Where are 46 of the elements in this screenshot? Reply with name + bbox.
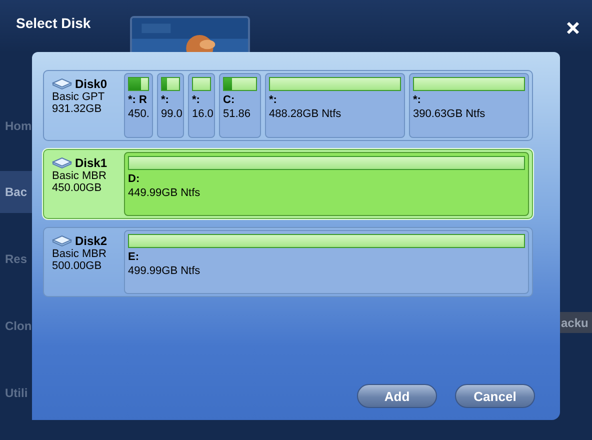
partition-block[interactable]: *: 99.0 (157, 73, 184, 138)
disk-type: Basic GPT (52, 91, 106, 103)
partition-size: 99.0 (161, 107, 180, 121)
disk-row[interactable]: Disk1 Basic MBR 450.00GB D: 449.99GB Ntfs (43, 149, 533, 219)
disk-type: Basic MBR (52, 248, 108, 260)
partition-label: C: (223, 94, 236, 107)
partition-block[interactable]: *: 488.28GB Ntfs (265, 73, 405, 138)
partition-size: 449.99GB Ntfs (128, 186, 202, 200)
dialog-button[interactable]: Cancel (455, 384, 535, 408)
close-icon[interactable] (566, 21, 580, 35)
disk-size: 450.00GB (52, 182, 103, 194)
partition-size: 450. (128, 107, 149, 121)
partition-label: E: (128, 251, 140, 264)
partition-size: 390.63GB Ntfs (413, 107, 486, 121)
partition-size: 16.0 (192, 107, 211, 121)
disk-name: Disk2 (75, 234, 108, 248)
partition-size: 488.28GB Ntfs (269, 107, 342, 121)
partition-label: D: (128, 173, 141, 186)
partition-label: *: (269, 94, 278, 107)
partition-block[interactable]: *: R 450. (124, 73, 153, 138)
usage-bar (192, 77, 211, 91)
disk-type: Basic MBR (52, 170, 108, 182)
disk-name: Disk1 (75, 156, 108, 170)
disk-icon (52, 157, 72, 169)
partition-size: 499.99GB Ntfs (128, 264, 202, 278)
disk-row[interactable]: Disk2 Basic MBR 500.00GB E: 499.99GB Ntfs (43, 227, 533, 297)
partition-label: *: R (128, 94, 148, 107)
partition-size: 51.86 (223, 107, 252, 121)
disk-icon (52, 235, 72, 247)
partition-block[interactable]: *: 390.63GB Ntfs (409, 73, 529, 138)
window-title: Select Disk (16, 15, 92, 31)
disk-row[interactable]: Disk0 Basic GPT 931.32GB *: R 450. *: 99.0 *: 16.0 C: 51.86 *: 488.28GB Ntfs *: 390.63GB Ntfs (43, 70, 533, 141)
dialog-button[interactable]: Add (357, 384, 437, 408)
disk-name: Disk0 (75, 77, 108, 91)
partition-block[interactable]: C: 51.86 (219, 73, 261, 138)
partition-block[interactable]: E: 499.99GB Ntfs (124, 230, 529, 294)
partition-block[interactable]: D: 449.99GB Ntfs (124, 152, 529, 216)
disk-icon (52, 78, 72, 90)
sidebar-item[interactable]: Bac (0, 171, 32, 213)
disk-size: 931.32GB (52, 103, 103, 115)
partition-block[interactable]: *: 16.0 (188, 73, 215, 138)
partition-label: *: (161, 94, 170, 107)
disk-size: 500.00GB (52, 260, 103, 272)
partition-label: *: (413, 94, 422, 107)
partition-label: *: (192, 94, 201, 107)
backup-button[interactable]: acku (560, 312, 592, 333)
